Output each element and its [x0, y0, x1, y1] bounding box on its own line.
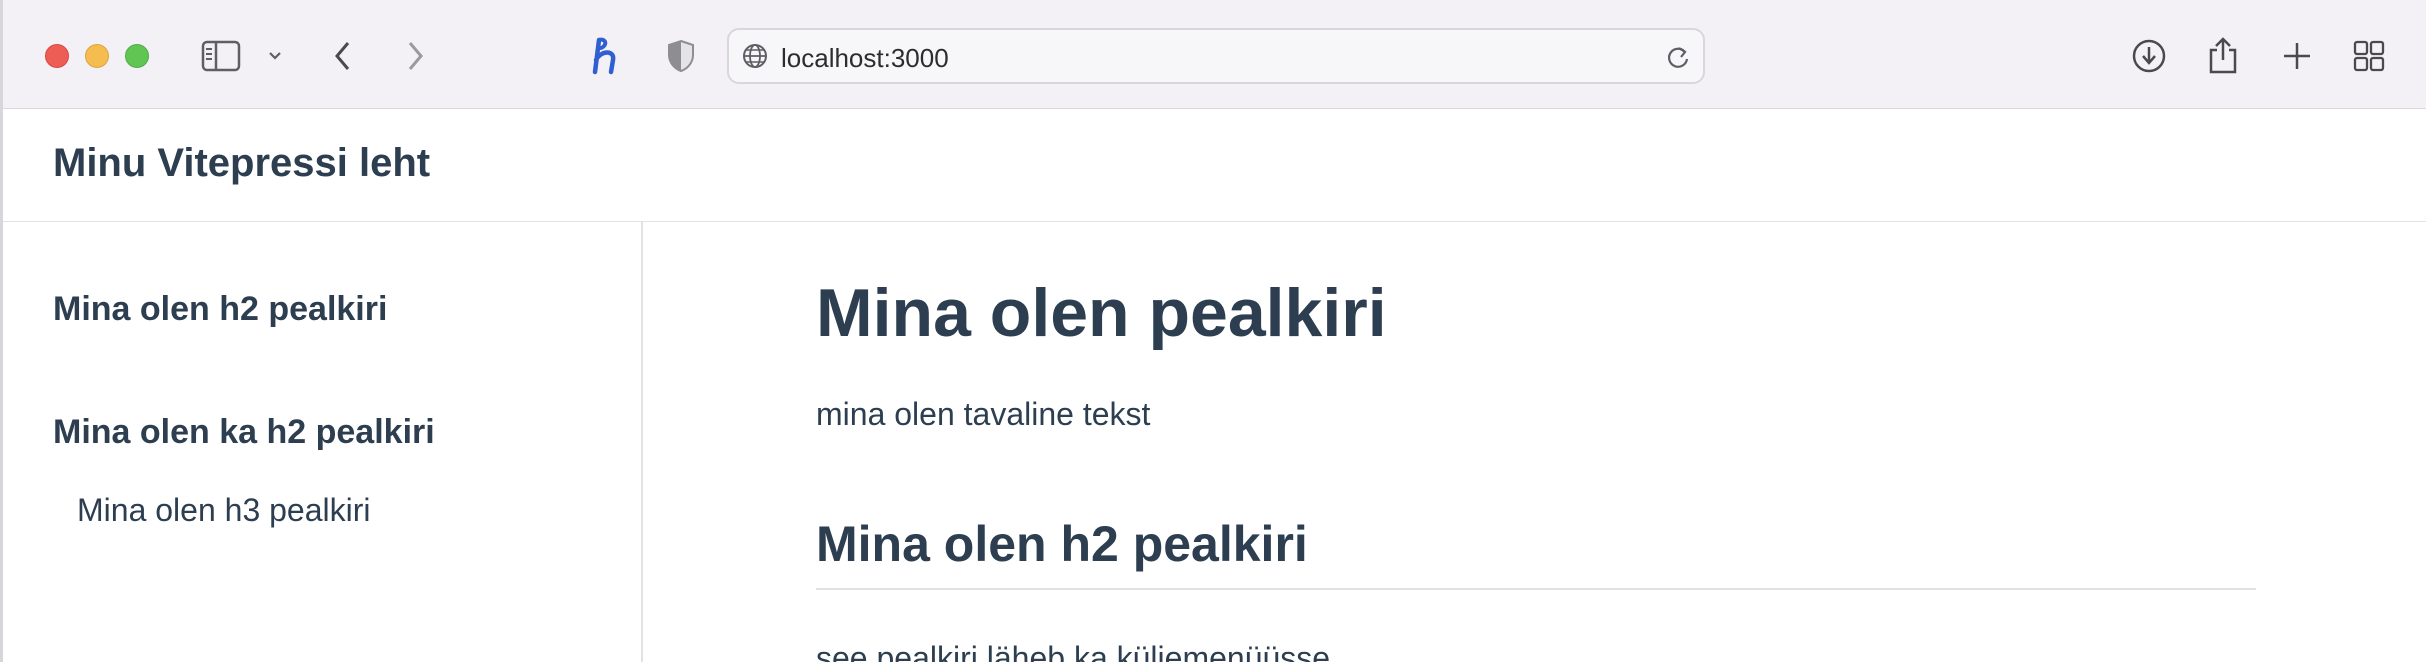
sidebar-item-h3-pealkiri[interactable]: Mina olen h3 pealkiri: [77, 492, 371, 529]
sidebar: Mina olen h2 pealkiri Mina olen ka h2 pe…: [3, 222, 643, 662]
main-content: Mina olen pealkiri mina olen tavaline te…: [643, 222, 2426, 662]
download-icon[interactable]: [2129, 30, 2169, 82]
minimize-window-button[interactable]: [85, 44, 109, 68]
sidebar-item-ka-h2-pealkiri[interactable]: Mina olen ka h2 pealkiri: [53, 413, 435, 452]
page-title: Mina olen pealkiri: [816, 275, 1387, 351]
back-icon[interactable]: [329, 30, 357, 82]
browser-toolbar: localhost:3000: [3, 0, 2426, 109]
tab-overview-icon[interactable]: [2351, 30, 2387, 82]
sidebar-icon[interactable]: [199, 30, 243, 82]
globe-icon: [741, 42, 769, 75]
paragraph-text-2: see pealkiri läheb ka küljemenüüsse: [816, 640, 1331, 662]
site-navbar: Minu Vitepressi leht: [3, 109, 2426, 222]
chevron-down-icon[interactable]: [265, 30, 285, 82]
close-window-button[interactable]: [45, 44, 69, 68]
heading-divider: [816, 588, 2256, 590]
reload-icon[interactable]: [1665, 43, 1691, 76]
forward-icon[interactable]: [401, 30, 429, 82]
honey-extension-icon[interactable]: [587, 30, 627, 82]
address-bar[interactable]: localhost:3000: [727, 28, 1705, 84]
browser-window: localhost:3000 Minu Vitepressi leht Mina…: [0, 0, 2426, 662]
new-tab-icon[interactable]: [2279, 30, 2315, 82]
share-icon[interactable]: [2205, 30, 2241, 82]
privacy-shield-icon[interactable]: [665, 30, 697, 82]
zoom-window-button[interactable]: [125, 44, 149, 68]
url-text: localhost:3000: [781, 43, 949, 73]
section-heading: Mina olen h2 pealkiri: [816, 516, 1308, 572]
site-title-link[interactable]: Minu Vitepressi leht: [53, 141, 430, 186]
sidebar-item-h2-pealkiri[interactable]: Mina olen h2 pealkiri: [53, 290, 387, 329]
paragraph-text: mina olen tavaline tekst: [816, 396, 1151, 432]
